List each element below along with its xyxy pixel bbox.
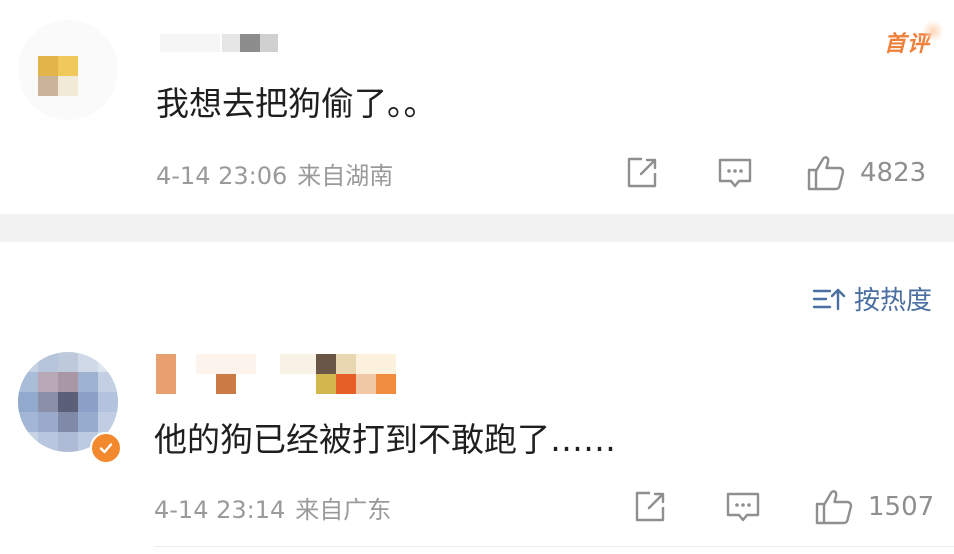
avatar-pixel [78,372,98,392]
avatar-pixel [38,76,58,96]
avatar-pixel [18,372,38,392]
username-obscured[interactable] [160,34,360,54]
section-divider [0,214,954,242]
username-pixel [222,34,240,52]
comment-icon[interactable] [716,155,754,191]
comment-location: 来自湖南 [297,162,394,190]
avatar-pixel [98,392,118,412]
avatar-pixel [38,372,58,392]
avatar-pixel [58,76,78,96]
username-pixel [216,374,236,394]
username-pixel [280,354,316,374]
share-icon[interactable] [632,489,668,525]
comment-time: 4-14 23:06 [156,162,288,190]
avatar-pixel [18,432,38,452]
verified-check-icon [90,432,122,464]
avatar-pixel [98,412,118,432]
avatar-pixel [58,432,78,452]
username-pixel [316,374,336,394]
thumbs-up-icon[interactable] [806,154,846,192]
avatar-pixel [38,56,58,76]
username-pixel [316,354,336,374]
avatar-pixel [58,56,78,76]
thumbs-up-icon[interactable] [814,488,854,526]
comment-actions: 1507 [632,488,934,526]
sort-icon [812,288,846,310]
avatar-pixel [58,372,78,392]
avatar-pixel [38,392,58,412]
avatar[interactable] [18,20,118,120]
comment-location: 来自广东 [295,496,392,524]
first-comment-badge: 首评 [884,20,945,58]
like-count: 1507 [868,492,935,522]
username-pixel [196,354,256,374]
username-pixel [156,354,176,394]
avatar-pixel [78,392,98,412]
comment-text: 他的狗已经被打到不敢跑了…… [154,420,616,459]
avatar-pixel [38,412,58,432]
comment-actions: 4823 [624,154,926,192]
comment-meta: 4-14 23:14 来自广东 [154,490,391,525]
comment-meta: 4-14 23:06 来自湖南 [156,156,393,191]
avatar-pixel [18,352,38,372]
username-pixel [160,34,220,52]
bottom-divider [154,546,954,547]
avatar-pixel [98,372,118,392]
username-pixel [260,34,278,52]
avatar-pixel [98,352,118,372]
checkmark-icon [99,443,113,454]
avatar-pixel [38,432,58,452]
comment-text: 我想去把狗偷了。。 [156,84,437,123]
avatar-pixel [18,412,38,432]
sort-label: 按热度 [853,286,932,316]
avatar-pixel [58,392,78,412]
username-pixel [356,354,396,374]
username-obscured[interactable] [156,354,416,398]
like-count: 4823 [860,158,927,188]
avatar-pixel [18,392,38,412]
comment-item-1: 首评 我想去把狗偷了。。 4-14 23:06 来自湖南 4823 [0,0,954,214]
username-pixel [336,374,356,394]
username-pixel [336,354,356,374]
avatar-pixel [58,412,78,432]
avatar-pixel [38,352,58,372]
avatar-pixel [78,352,98,372]
comment-time: 4-14 23:14 [154,496,286,524]
comment-icon[interactable] [724,489,762,525]
username-pixel [376,374,396,394]
username-pixel [240,34,260,52]
sort-by-hot-button[interactable]: 按热度 [812,280,932,317]
avatar-pixel [78,412,98,432]
username-pixel [356,374,376,394]
share-icon[interactable] [624,155,660,191]
avatar-pixel [58,352,78,372]
